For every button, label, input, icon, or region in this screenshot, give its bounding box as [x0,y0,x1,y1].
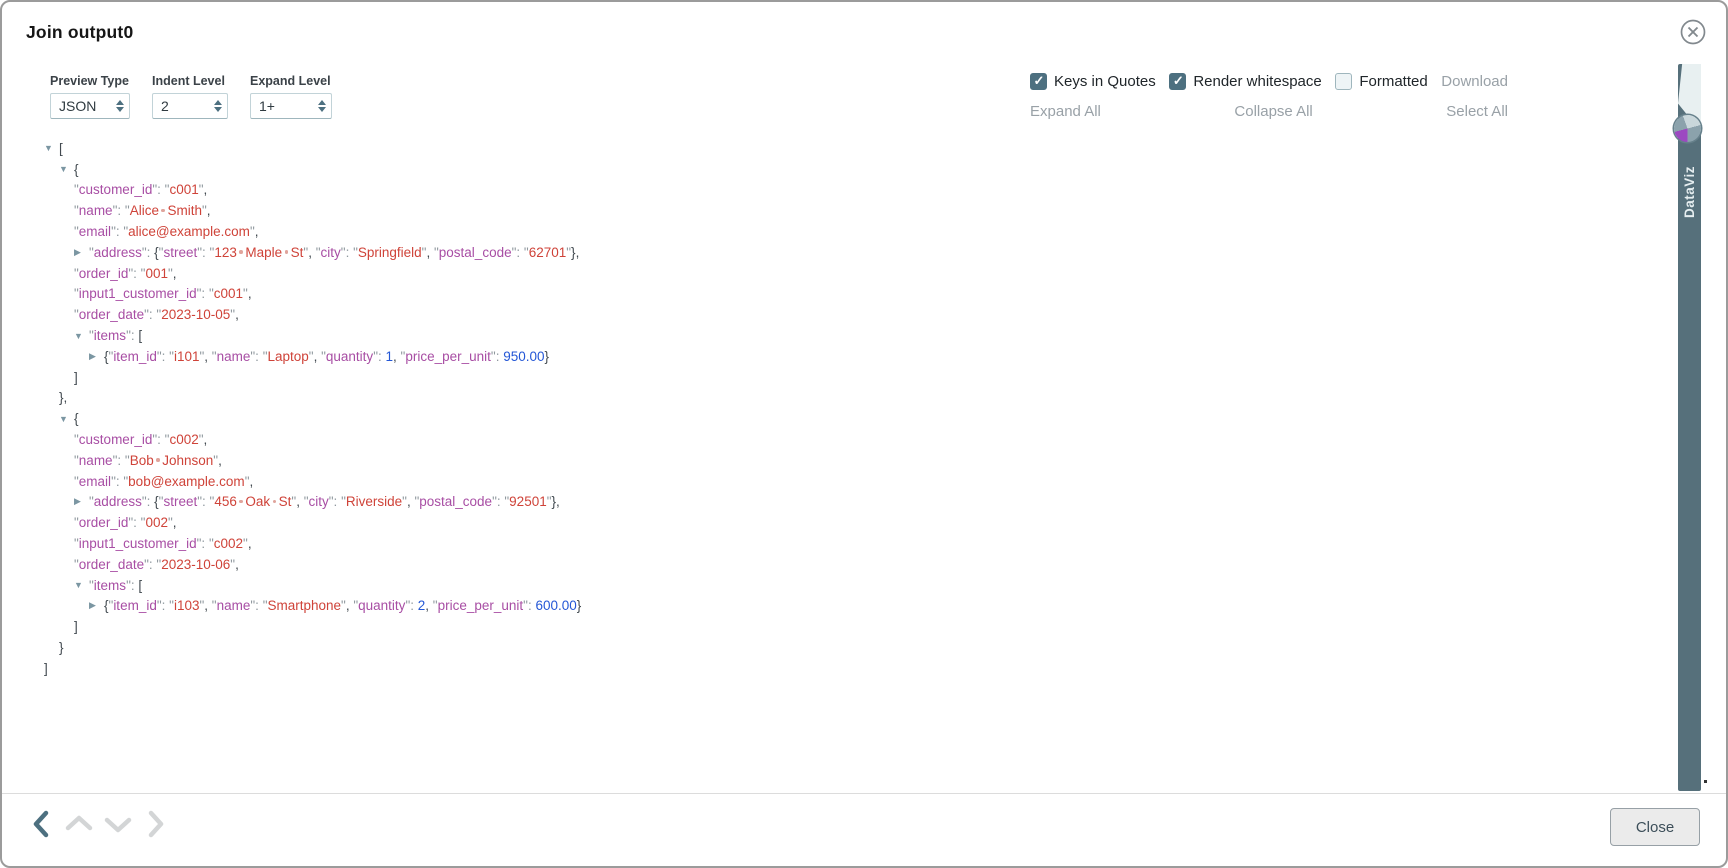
json-tree-line: "order_id": "002", [2,512,1662,533]
download-link[interactable]: Download [1441,73,1508,90]
preview-type-label: Preview Type [50,74,130,88]
expand-node-icon[interactable]: ▶ [89,600,104,611]
json-tree-line: ▶"address": {"street": "456OakSt", "city… [2,492,1662,513]
whitespace-dot [239,250,243,254]
pie-chart-icon [1674,115,1701,142]
json-tree-line: ▼"items": [ [2,575,1662,596]
whitespace-dot [156,458,160,462]
json-tree-line: "email": "alice@example.com", [2,221,1662,242]
indent-level-group: Indent Level 2 [152,74,228,119]
whitespace-dot [273,500,277,504]
close-button[interactable]: Close [1610,808,1700,846]
json-tree-line: "customer_id": "c001", [2,180,1662,201]
json-tree-line: "order_date": "2023-10-05", [2,304,1662,325]
expand-all-link[interactable]: Expand All [1030,103,1101,120]
json-tree-line: }, [2,388,1662,409]
expand-node-icon[interactable]: ▶ [74,247,89,258]
whitespace-dot [285,250,289,254]
json-tree-line: ▶"address": {"street": "123MapleSt", "ci… [2,242,1662,263]
checkbox-icon[interactable] [1169,73,1186,90]
json-tree-line: "customer_id": "c002", [2,429,1662,450]
dataviz-brand-label: DataViz [1682,166,1697,218]
json-tree-line: ▶{"item_id": "i103", "name": "Smartphone… [2,596,1662,617]
json-tree-line: "email": "bob@example.com", [2,471,1662,492]
select-all-link[interactable]: Select All [1446,103,1508,120]
json-tree-line: "name": "BobJohnson", [2,450,1662,471]
json-tree-line: ▼"items": [ [2,325,1662,346]
spinner-icon[interactable] [116,100,124,112]
json-tree-line: "order_date": "2023-10-06", [2,554,1662,575]
indent-level-label: Indent Level [152,74,228,88]
expand-node-icon[interactable]: ▶ [74,496,89,507]
json-tree-line: ] [2,658,1662,679]
checkbox-icon[interactable] [1335,73,1352,90]
json-tree-line: ] [2,616,1662,637]
dataviz-scrollbar[interactable]: DataViz [1678,64,1701,791]
json-tree-line: "name": "AliceSmith", [2,200,1662,221]
collapse-node-icon[interactable]: ▼ [44,143,59,153]
json-tree-line: ] [2,367,1662,388]
tree-actions-row: Expand All Collapse All Select All [1030,103,1508,120]
json-tree-line: ▼{ [2,159,1662,180]
footer-divider [2,793,1726,794]
expand-level-value: 1+ [259,98,275,114]
json-tree-line: } [2,637,1662,658]
keys-in-quotes-checkbox[interactable]: Keys in Quotes [1030,73,1156,90]
spinner-icon[interactable] [318,100,326,112]
preview-type-value: JSON [59,98,96,114]
json-tree-line: ▶{"item_id": "i101", "name": "Laptop", "… [2,346,1662,367]
expand-node-icon[interactable]: ▶ [89,351,104,362]
collapse-node-icon[interactable]: ▼ [59,414,74,424]
chevron-down-icon[interactable] [102,810,134,838]
join-output-modal: Join output0 Preview Type JSON Indent Le… [0,0,1728,868]
collapse-node-icon[interactable]: ▼ [74,580,89,590]
collapse-node-icon[interactable]: ▼ [74,331,89,341]
scrollbar-end-dot [1704,780,1707,783]
json-tree-view: ▼[▼{"customer_id": "c001","name": "Alice… [2,138,1662,679]
collapse-node-icon[interactable]: ▼ [59,164,74,174]
whitespace-dot [239,500,243,504]
json-tree-line: "order_id": "001", [2,263,1662,284]
json-tree-line: "input1_customer_id": "c002", [2,533,1662,554]
display-options-row: Keys in Quotes Render whitespace Formatt… [1030,73,1508,90]
expand-level-group: Expand Level 1+ [250,74,332,119]
chevron-left-icon[interactable] [28,808,56,840]
render-whitespace-label: Render whitespace [1193,73,1321,90]
json-tree-line: "input1_customer_id": "c001", [2,284,1662,305]
keys-in-quotes-label: Keys in Quotes [1054,73,1156,90]
checkbox-icon[interactable] [1030,73,1047,90]
spinner-icon[interactable] [214,100,222,112]
render-whitespace-checkbox[interactable]: Render whitespace [1169,73,1321,90]
formatted-checkbox[interactable]: Formatted [1335,73,1427,90]
page-navigation [28,808,169,840]
preview-type-group: Preview Type JSON [50,74,130,119]
preview-controls: Preview Type JSON Indent Level 2 Expand … [50,74,332,119]
formatted-label: Formatted [1359,73,1427,90]
chevron-up-icon[interactable] [63,810,95,838]
json-tree-line: ▼{ [2,408,1662,429]
indent-level-select[interactable]: 2 [152,93,228,119]
json-tree-line: ▼[ [2,138,1662,159]
close-icon[interactable] [1678,17,1708,47]
indent-level-value: 2 [161,98,169,114]
whitespace-dot [161,209,165,213]
expand-level-label: Expand Level [250,74,332,88]
preview-type-select[interactable]: JSON [50,93,130,119]
modal-title: Join output0 [26,22,133,43]
collapse-all-link[interactable]: Collapse All [1234,103,1312,120]
chevron-right-icon[interactable] [141,808,169,840]
expand-level-select[interactable]: 1+ [250,93,332,119]
